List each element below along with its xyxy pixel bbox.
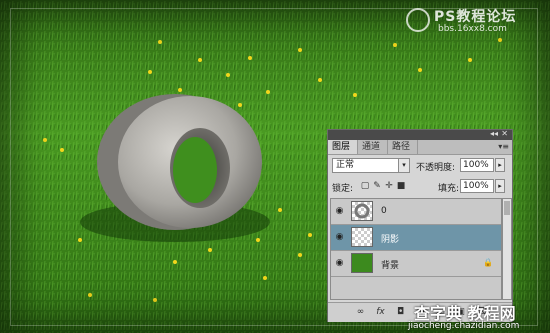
watermark-url: bbs.16xx8.com	[438, 24, 507, 34]
lock-position-icon[interactable]: ✛	[384, 181, 394, 191]
layer-name: 背景	[381, 261, 400, 271]
chevron-down-icon: ▾	[398, 159, 409, 172]
tab-channels[interactable]: 通道	[358, 140, 388, 154]
fill-label: 填充:	[438, 184, 460, 194]
layers-scrollbar[interactable]	[502, 198, 512, 300]
watermark-bottom: 查字典 教程网 jiaocheng.chazidian.com	[408, 300, 550, 333]
eye-icon[interactable]: ◉	[334, 206, 345, 217]
layer-row-background[interactable]: ◉ 背景 🔒	[331, 251, 501, 277]
watermark-title: PS教程论坛	[434, 9, 517, 25]
fx-icon[interactable]: fx	[374, 306, 387, 318]
tab-layers[interactable]: 图层	[328, 140, 358, 154]
opacity-arrow-icon[interactable]: ▸	[495, 158, 505, 172]
lock-fill-row: 锁定: ▢ ✎ ✛ ■ 填充: 100% ▸	[328, 178, 512, 196]
watermark-top: PS教程论坛 bbs.16xx8.com	[406, 6, 536, 40]
eye-icon[interactable]: ◉	[334, 232, 345, 243]
eye-icon[interactable]: ◉	[334, 258, 345, 269]
panel-titlebar: ◂◂ ✕	[328, 129, 512, 140]
lock-pixels-icon[interactable]: ✎	[372, 181, 382, 191]
panel-tabs: 图层 通道 路径 ▾≡	[328, 140, 512, 155]
close-icon[interactable]: ✕	[501, 129, 508, 138]
blend-opacity-row: 正常 ▾ 不透明度: 100% ▸	[328, 157, 512, 175]
scrollbar-thumb[interactable]	[504, 201, 510, 215]
layer-thumbnail	[351, 227, 373, 247]
watermark-logo-icon	[406, 8, 430, 32]
collapse-icon[interactable]: ◂◂	[490, 129, 498, 138]
tab-paths[interactable]: 路径	[388, 140, 418, 154]
layers-list: ◉ 0 ◉ 阴影 ◉ 背景 🔒	[330, 198, 502, 300]
fill-arrow-icon[interactable]: ▸	[495, 179, 505, 193]
layer-row-shadow[interactable]: ◉ 阴影	[331, 225, 501, 251]
layers-panel: ◂◂ ✕ 图层 通道 路径 ▾≡ 正常 ▾ 不透明度: 100% ▸ 锁定: ▢…	[327, 129, 513, 322]
link-icon[interactable]: ∞	[354, 306, 367, 318]
canvas-image: PS教程论坛 bbs.16xx8.com ◂◂ ✕ 图层 通道 路径 ▾≡ 正常…	[0, 0, 550, 333]
blend-mode-value: 正常	[336, 160, 355, 170]
opacity-label: 不透明度:	[416, 163, 456, 173]
layer-name: 阴影	[381, 235, 400, 245]
opacity-input[interactable]: 100%	[460, 158, 494, 172]
stone-ring	[97, 94, 262, 230]
watermark-bottom-url: jiaocheng.chazidian.com	[408, 321, 520, 331]
layer-name: 0	[381, 206, 387, 216]
layer-row-0[interactable]: ◉ 0	[331, 199, 501, 225]
layer-thumbnail	[351, 201, 373, 221]
lock-all-icon[interactable]: ■	[396, 181, 406, 191]
lock-label: 锁定:	[332, 184, 354, 194]
ring-thumb-icon	[354, 203, 370, 219]
lock-icon: 🔒	[483, 258, 493, 267]
mask-icon[interactable]: ◘	[394, 306, 407, 318]
layer-thumbnail	[351, 253, 373, 273]
fill-input[interactable]: 100%	[460, 179, 494, 193]
lock-transparent-icon[interactable]: ▢	[360, 181, 370, 191]
blend-mode-select[interactable]: 正常 ▾	[332, 158, 410, 173]
panel-menu-icon[interactable]: ▾≡	[498, 142, 509, 151]
